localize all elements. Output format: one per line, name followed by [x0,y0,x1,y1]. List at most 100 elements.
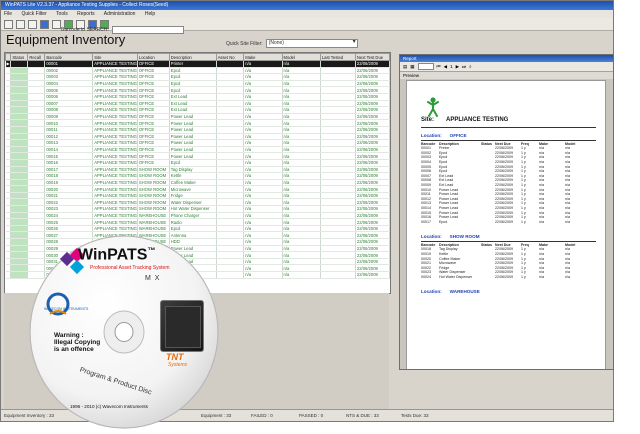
table-cell: n/a [282,245,321,253]
table-row[interactable]: 00012 APPLIANCE TESTING OFFICE Power Lead n/… [5,133,390,141]
table-row[interactable]: 00011 APPLIANCE TESTING OFFICE Power Lead n/… [5,126,390,134]
table-cell: n/a [243,139,283,147]
table-cell [10,126,29,134]
table-row[interactable]: 00003 APPLIANCE TESTING OFFICE Epcd n/a n/a 22… [5,73,390,81]
table-row[interactable]: 00005 APPLIANCE TESTING OFFICE Epcd n/a n/a 22… [5,86,390,94]
table-row[interactable]: 00020 APPLIANCE TESTING SHOW ROOM Microwave… [5,185,390,193]
column-header[interactable]: Make [243,53,283,61]
table-cell: 00002 [44,67,94,75]
table-cell: SHOW ROOM [137,166,170,174]
table-row[interactable]: 00008 APPLIANCE TESTING OFFICE Ext Lead n/a n… [5,106,390,114]
column-header[interactable]: Location [136,53,170,61]
menu-tools[interactable]: Tools [56,11,68,17]
report-page: Site: APPLIANCE TESTING Location: OFFICE Ba… [406,80,606,369]
menu-reports[interactable]: Reports [77,11,95,17]
first-page-icon[interactable]: ⏮ [437,64,441,69]
column-header[interactable]: Asset No [215,53,245,61]
print-icon[interactable]: ▤ [403,64,407,70]
table-row[interactable]: 00007 APPLIANCE TESTING OFFICE Ext Lead n/a n… [5,100,390,108]
table-cell: n/a [243,100,283,108]
table-cell: 22/06/2009 [355,264,390,272]
column-header[interactable]: Model [281,53,321,61]
table-cell: 22/06/2009 [355,192,390,200]
table-cell: n/a [243,60,283,68]
new-icon[interactable] [4,19,13,29]
table-row[interactable]: ▶ 00001 APPLIANCE TESTING OFFICE Printer n/a n… [5,60,390,68]
table-row[interactable]: 00002 APPLIANCE TESTING OFFICE Epcd n/a n/a 22… [5,67,390,75]
menu-file[interactable]: File [4,11,12,17]
table-row[interactable]: 00004 APPLIANCE TESTING OFFICE Epcd n/a n/a 22… [5,80,390,88]
table-row[interactable]: 00021 APPLIANCE TESTING SHOW ROOM Fridge n/a… [5,192,390,200]
table-cell: 22/06/2009 [355,139,390,147]
table-cell [10,146,29,154]
menu-administration[interactable]: Administration [104,11,136,17]
table-row[interactable]: 00022 APPLIANCE TESTING SHOW ROOM Water Dis… [5,198,390,207]
table-row[interactable]: 00017 APPLIANCE TESTING SHOW ROOM Tag Displ… [5,166,390,174]
table-row[interactable]: 00013 APPLIANCE TESTING OFFICE Power Lead n/… [5,139,390,147]
column-header[interactable]: Description [168,53,217,61]
table-cell: 22/06/2009 [355,146,390,154]
export-icon[interactable]: ▦ [410,64,414,70]
table-cell [320,245,356,253]
table-cell [216,179,245,187]
table-cell: n/a [243,231,283,240]
open-icon[interactable] [16,19,25,29]
table-row[interactable]: 00025 APPLIANCE TESTING WAREHOUSE Radio n/a n… [5,218,390,226]
table-cell: 00006 [44,93,94,101]
table-cell: 22/06/2009 [355,73,390,81]
column-header[interactable]: Recall [27,53,46,61]
table-row[interactable]: 00024 APPLIANCE TESTING WAREHOUSE Phone Cha… [5,212,390,220]
last-page-icon[interactable]: ⏭ [462,64,466,69]
table-row[interactable]: 00015 APPLIANCE TESTING OFFICE Power Lead n/… [5,152,390,160]
save-icon[interactable] [28,19,37,29]
table-cell: 00025 [44,218,94,226]
search-icon[interactable]: ⌕ [469,64,472,69]
table-cell: SHOW ROOM [137,179,170,187]
table-row[interactable]: 00009 APPLIANCE TESTING OFFICE Power Lead n/… [5,113,390,121]
table-row[interactable]: 00026 APPLIANCE TESTING WAREHOUSE Epcd n/a n/… [5,225,390,233]
table-cell: APPLIANCE TESTING [92,212,138,220]
quick-filter-select[interactable]: (None) [265,39,358,48]
table-cell [216,73,245,81]
table-row[interactable]: 00019 APPLIANCE TESTING SHOW ROOM Coffee Ma… [5,179,390,187]
cd-warning: Warning : Illegal Copying is an offence [54,332,101,353]
table-cell [27,119,46,127]
preview-tab[interactable]: Preview [400,72,613,79]
print-icon[interactable] [40,19,49,29]
table-cell: n/a [282,73,321,81]
table-cell: 22/06/2009 [355,60,390,68]
table-cell [27,133,46,141]
column-header[interactable]: Site [92,53,138,61]
menu-quick-filter[interactable]: Quick Filter [21,11,46,17]
column-header[interactable]: Status [10,53,29,61]
report-icon[interactable] [52,19,61,29]
table-cell: n/a [243,159,283,167]
column-header[interactable]: Next Test Due [354,53,390,61]
table-row[interactable]: 00006 APPLIANCE TESTING OFFICE Ext Lead n/a n… [5,93,390,101]
column-header[interactable]: Barcode [44,53,94,61]
column-header[interactable]: Last Tested [319,53,356,61]
table-cell: SHOW ROOM [137,198,170,207]
page-number[interactable]: 1 [450,64,453,69]
table-row[interactable]: 00018 APPLIANCE TESTING SHOW ROOM Kettle n/a… [5,172,390,180]
tnt-sub: Systems [168,362,188,368]
table-cell: n/a [282,100,321,108]
table-cell: n/a [282,218,321,226]
table-cell [27,185,46,193]
table-cell: 00009 [44,113,94,121]
next-page-icon[interactable]: ▶ [456,64,459,70]
menu-help[interactable]: Help [145,11,155,17]
table-row[interactable]: 00016 APPLIANCE TESTING OFFICE Epcd n/a n/a 22… [5,159,390,167]
table-row[interactable]: 00010 APPLIANCE TESTING OFFICE Power Lead n/… [5,119,390,127]
table-cell [216,106,245,114]
table-cell: n/a [243,192,283,200]
table-cell: 00017 [44,166,94,174]
table-cell: n/a [282,258,321,266]
report-cell [481,220,495,225]
table-cell [216,185,245,193]
table-row[interactable]: 00014 APPLIANCE TESTING OFFICE Power Lead n/… [5,146,390,154]
report-cell: 00024 [421,275,431,280]
prev-page-icon[interactable]: ◀ [444,64,447,70]
zoom-select[interactable] [417,63,434,70]
table-row[interactable]: 00023 APPLIANCE TESTING SHOW ROOM Hot Water… [5,205,390,213]
